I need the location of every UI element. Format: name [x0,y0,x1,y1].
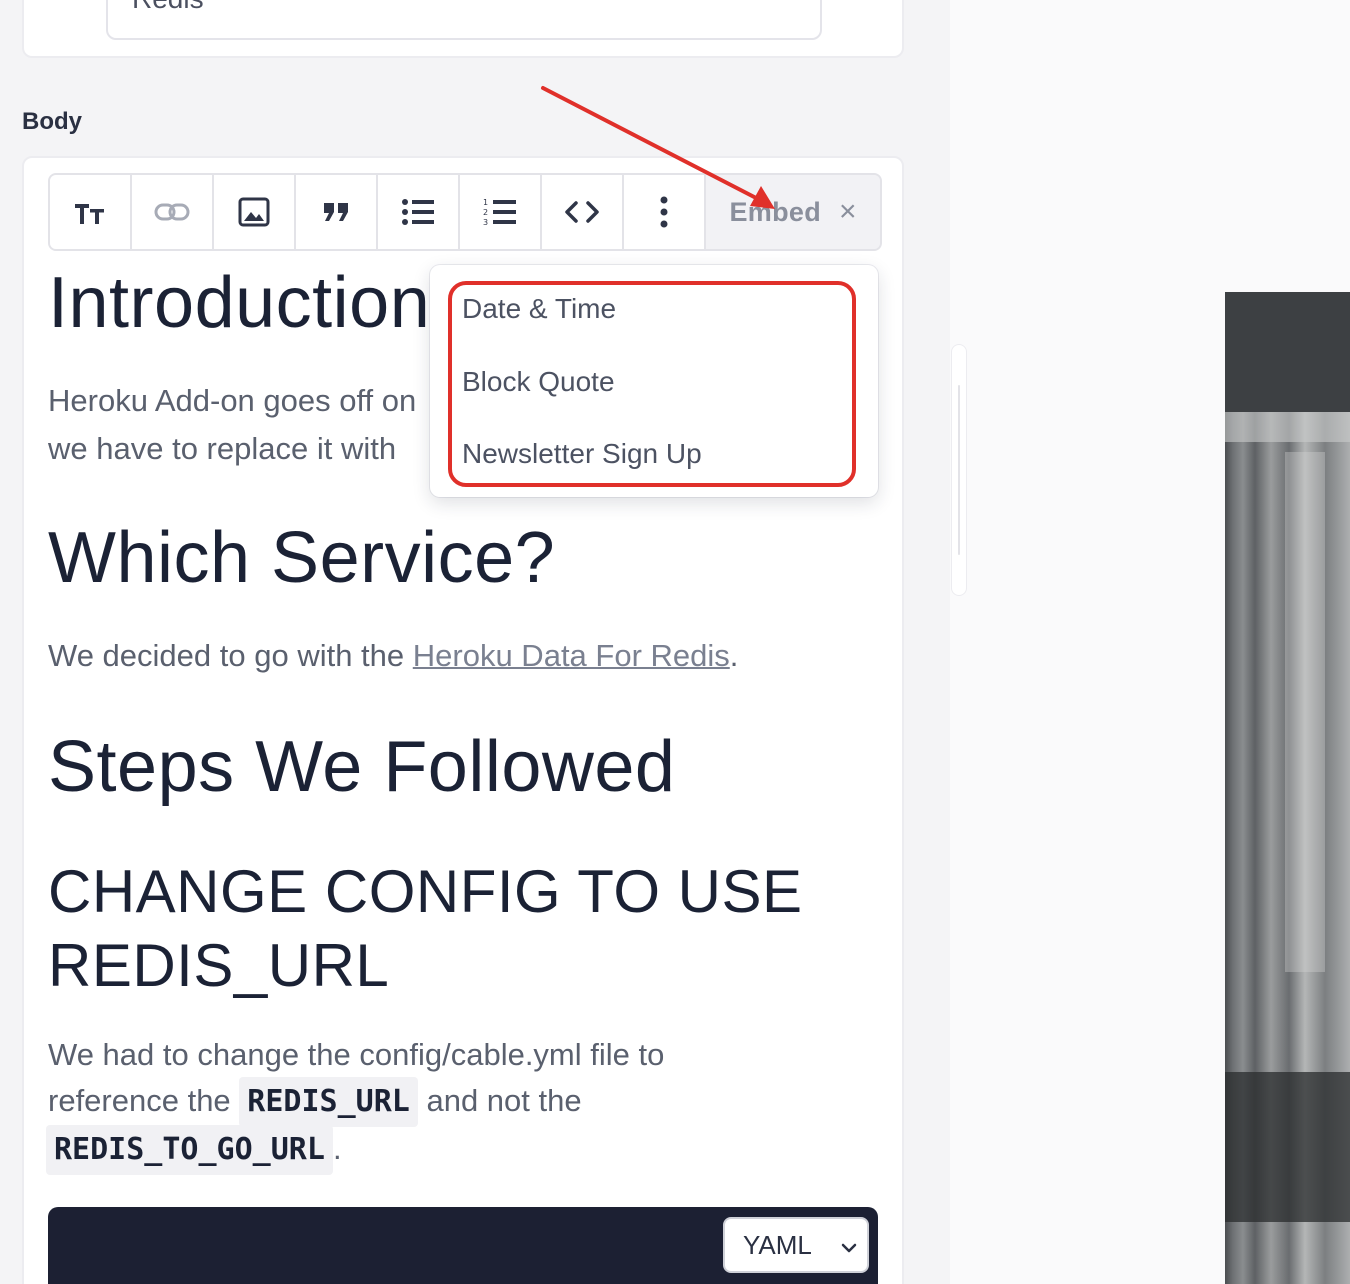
code-icon [564,200,600,224]
image-icon [238,197,270,227]
inline-code-redis-url: REDIS_URL [239,1077,418,1127]
text-size-icon [73,198,107,226]
preview-image [1225,292,1350,1284]
numbered-list-icon: 123 [483,197,517,227]
bullet-list-button[interactable] [378,175,460,249]
close-icon[interactable]: × [839,197,857,227]
link-icon [154,202,190,222]
embed-label: Embed [729,196,821,227]
heading-steps: Steps We Followed [48,727,676,807]
heading-which-service: Which Service? [48,518,556,598]
intro-line-1: Heroku Add-on goes off on [48,383,417,418]
embed-button[interactable]: Embed × [706,175,880,249]
heading-change-config: CHANGE CONFIG TO USE REDIS_URL [48,858,803,999]
body-label: Body [22,108,82,135]
change-line-1: We had to change the config/cable.yml fi… [48,1037,665,1072]
resize-handle[interactable] [952,345,966,595]
more-icon [660,196,668,228]
title-input[interactable]: Redis [106,0,822,40]
image-button[interactable] [214,175,296,249]
code-button[interactable] [542,175,624,249]
change-text-b: and not the [417,1083,582,1118]
link-button[interactable] [132,175,214,249]
more-button[interactable] [624,175,706,249]
change-line-2: reference the REDIS_URL and not the [48,1077,582,1127]
service-text: We decided to go with the [48,638,413,673]
intro-line-2: we have to replace it with [48,431,397,466]
annotation-highlight-box [448,281,856,487]
language-value: YAML [743,1229,812,1260]
heroku-redis-link[interactable]: Heroku Data For Redis [413,638,730,673]
bullet-list-icon [401,198,435,226]
chevron-down-icon [840,1230,858,1261]
resize-grip [958,385,960,555]
change-end: . [332,1131,342,1166]
editor-toolbar: 123 Embed × [48,173,882,251]
svg-text:3: 3 [483,218,488,227]
numbered-list-button[interactable]: 123 [460,175,542,249]
quote-icon [322,201,350,223]
svg-text:2: 2 [483,208,488,217]
change-line-3: REDIS_TO_GO_URL. [46,1125,342,1175]
svg-text:1: 1 [483,198,488,207]
language-select[interactable]: YAML [723,1217,869,1273]
text-size-button[interactable] [50,175,132,249]
service-paragraph: We decided to go with the Heroku Data Fo… [48,632,738,680]
heading-introduction: Introduction [48,263,431,343]
quote-button[interactable] [296,175,378,249]
inline-code-redis-to-go-url: REDIS_TO_GO_URL [46,1125,333,1175]
title-card: Redis [22,0,904,58]
service-end: . [729,638,739,673]
change-text-a: reference the [48,1083,240,1118]
